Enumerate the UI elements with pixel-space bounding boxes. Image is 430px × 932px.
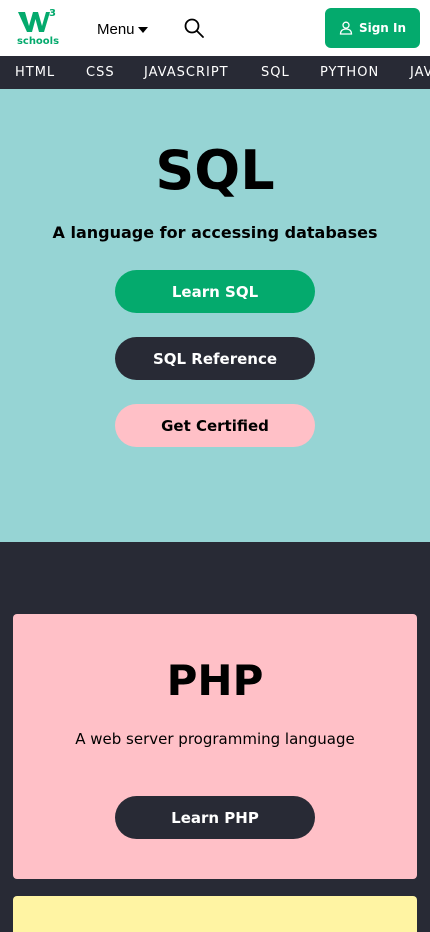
- w3schools-logo[interactable]: 3 schools: [16, 6, 60, 48]
- menu-label: Menu: [97, 20, 135, 38]
- sql-reference-button[interactable]: SQL Reference: [115, 337, 315, 380]
- php-card-subtitle: A web server programming language: [75, 730, 355, 748]
- php-card-title: PHP: [166, 656, 264, 705]
- top-bar: 3 schools Menu Sign In: [0, 0, 430, 56]
- caret-down-icon: [137, 26, 148, 33]
- svg-text:3: 3: [49, 8, 56, 19]
- topic-nav: HTML CSS JAVASCRIPT SQL PYTHON JAVA: [0, 56, 430, 89]
- nav-item-sql[interactable]: SQL: [261, 56, 290, 89]
- learn-sql-button[interactable]: Learn SQL: [115, 270, 315, 313]
- nav-item-java[interactable]: JAVA: [410, 56, 430, 89]
- search-icon[interactable]: [183, 17, 205, 39]
- hero-subtitle: A language for accessing databases: [52, 223, 378, 242]
- get-certified-button[interactable]: Get Certified: [115, 404, 315, 447]
- nav-item-javascript[interactable]: JAVASCRIPT: [144, 56, 229, 89]
- nav-item-python[interactable]: PYTHON: [320, 56, 379, 89]
- hero-title: SQL: [155, 139, 275, 202]
- sql-hero-section: SQL A language for accessing databases L…: [0, 89, 430, 542]
- w3-logo-icon: 3: [18, 8, 56, 32]
- php-card: PHP A web server programming language Le…: [13, 614, 417, 879]
- logo-text: schools: [16, 36, 60, 47]
- menu-button[interactable]: Menu: [97, 18, 148, 40]
- nav-item-css[interactable]: CSS: [86, 56, 115, 89]
- sign-in-label: Sign In: [358, 21, 407, 35]
- learn-php-button[interactable]: Learn PHP: [115, 796, 315, 839]
- sign-in-button[interactable]: Sign In: [325, 8, 420, 48]
- next-card: [13, 896, 417, 932]
- nav-item-html[interactable]: HTML: [15, 56, 55, 89]
- user-icon: [339, 21, 353, 35]
